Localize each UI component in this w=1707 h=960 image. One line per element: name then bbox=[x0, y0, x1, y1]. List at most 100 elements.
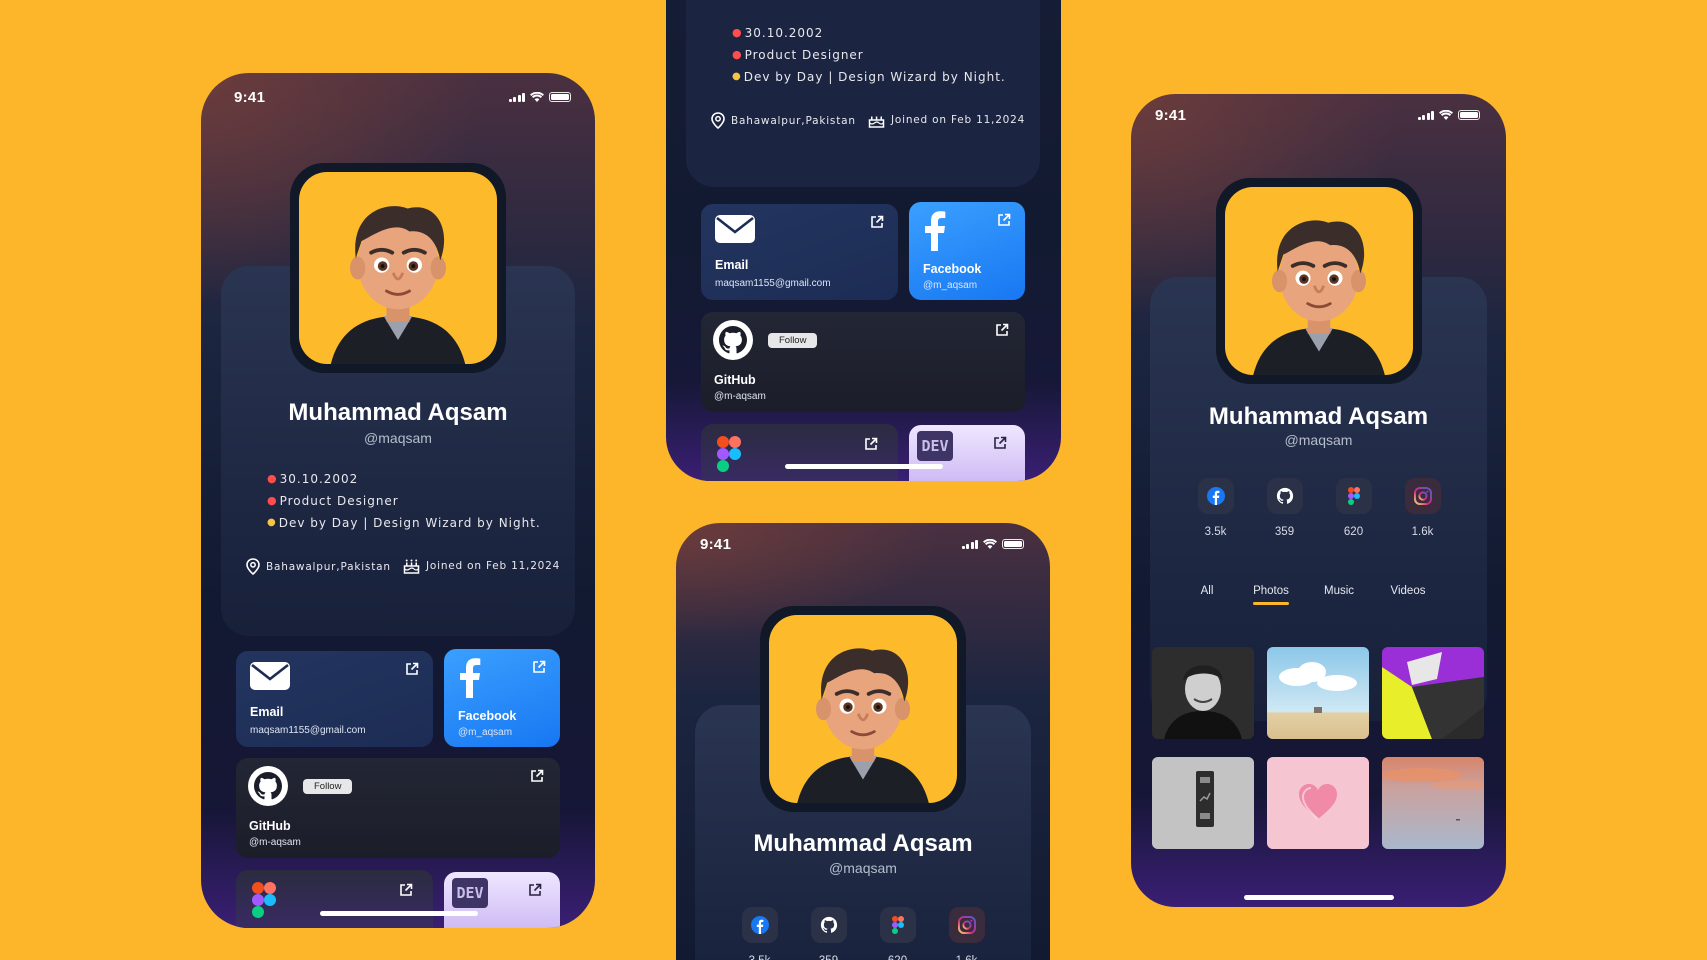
github-title: GitHub bbox=[249, 819, 291, 833]
stat-figma[interactable]: 620 bbox=[863, 907, 932, 960]
sky-field-photo[interactable] bbox=[1267, 647, 1369, 739]
tab-all[interactable]: All bbox=[1189, 585, 1225, 597]
dev-logo: DEV bbox=[452, 878, 488, 908]
email-title: Email bbox=[250, 705, 284, 719]
battery-icon bbox=[549, 92, 571, 102]
stat-figma[interactable]: 620 bbox=[1319, 478, 1388, 538]
external-link-icon[interactable] bbox=[528, 883, 542, 897]
avatar[interactable] bbox=[760, 606, 966, 812]
figma-icon bbox=[717, 436, 741, 472]
portrait-photo[interactable] bbox=[1152, 647, 1254, 739]
github-link-card[interactable]: Follow GitHub @m-aqsam bbox=[236, 758, 560, 858]
status-time: 9:41 bbox=[700, 536, 732, 553]
stat-facebook[interactable]: 3.5k bbox=[1181, 478, 1250, 538]
stat-instagram[interactable]: 1.6k bbox=[1388, 478, 1457, 538]
dev-link-card[interactable]: DEV bbox=[444, 872, 560, 928]
cake-icon bbox=[403, 559, 420, 574]
avatar-illustration bbox=[1253, 220, 1385, 375]
avatar[interactable] bbox=[1216, 178, 1422, 384]
dev-link-card[interactable]: DEV bbox=[909, 425, 1025, 481]
figma-icon bbox=[1347, 487, 1360, 505]
github-icon bbox=[713, 320, 753, 360]
email-address: maqsam1155@gmail.com bbox=[250, 725, 366, 736]
wifi-icon bbox=[1439, 110, 1453, 120]
facebook-icon bbox=[925, 211, 946, 251]
github-link-card[interactable]: Follow GitHub @m-aqsam bbox=[701, 312, 1025, 412]
phone-screen-profile-stats: 9:41 Muhammad Aqsam @maqsam bbox=[676, 523, 1050, 960]
heart-photo[interactable] bbox=[1267, 757, 1369, 849]
pin-icon: ● bbox=[732, 48, 743, 61]
email-link-card[interactable]: Email maqsam1155@gmail.com bbox=[701, 204, 898, 300]
cake-icon bbox=[868, 116, 885, 128]
facebook-link-card[interactable]: Facebook @m_aqsam bbox=[444, 649, 560, 747]
email-title: Email bbox=[715, 258, 749, 272]
stat-count: 1.6k bbox=[932, 955, 1001, 960]
balloon-icon: ● bbox=[732, 26, 743, 39]
github-handle: @m-aqsam bbox=[249, 837, 301, 848]
profile-bio: ● 30.10.2002 ● Product Designer ● Dev by Da… bbox=[732, 22, 1006, 88]
elevator-sign-photo[interactable] bbox=[1152, 757, 1254, 849]
home-indicator[interactable] bbox=[320, 911, 478, 916]
github-title: GitHub bbox=[714, 373, 756, 387]
stat-github[interactable]: 359 bbox=[794, 907, 863, 960]
github-icon bbox=[820, 916, 837, 933]
facebook-icon bbox=[750, 916, 769, 934]
mail-icon bbox=[715, 215, 755, 243]
tab-videos[interactable]: Videos bbox=[1383, 585, 1433, 597]
external-link-icon[interactable] bbox=[532, 660, 546, 674]
joined-row: Joined on Feb 11,2024 bbox=[403, 558, 560, 574]
github-follow-button[interactable]: Follow bbox=[768, 333, 818, 348]
external-link-icon[interactable] bbox=[993, 436, 1007, 450]
signal-icon bbox=[1417, 110, 1434, 120]
email-link-card[interactable]: Email maqsam1155@gmail.com bbox=[236, 651, 433, 747]
external-link-icon[interactable] bbox=[995, 323, 1009, 337]
technologist-icon: ● bbox=[732, 71, 742, 82]
status-icons bbox=[508, 92, 571, 102]
status-time: 9:41 bbox=[1155, 107, 1187, 124]
home-indicator[interactable] bbox=[1244, 895, 1394, 900]
external-link-icon[interactable] bbox=[530, 769, 544, 783]
profile-bio: ● 30.10.2002 ● Product Designer ● Dev by Da… bbox=[267, 468, 541, 534]
external-link-icon[interactable] bbox=[870, 215, 884, 229]
external-link-icon[interactable] bbox=[864, 437, 878, 451]
profile-name: Muhammad Aqsam bbox=[1208, 403, 1429, 430]
abstract-shapes-photo[interactable] bbox=[1382, 647, 1484, 739]
media-tabs: All Photos Music Videos bbox=[1189, 585, 1433, 597]
facebook-link-card[interactable]: Facebook @m_aqsam bbox=[909, 202, 1025, 300]
figma-icon bbox=[252, 882, 276, 918]
stat-instagram[interactable]: 1.6k bbox=[932, 907, 1001, 960]
avatar[interactable] bbox=[290, 163, 506, 373]
stat-github[interactable]: 359 bbox=[1250, 478, 1319, 538]
instagram-icon bbox=[957, 916, 976, 934]
wifi-icon bbox=[530, 92, 544, 102]
stat-facebook[interactable]: 3.5k bbox=[725, 907, 794, 960]
location-icon bbox=[711, 112, 725, 129]
sunset-sky-photo[interactable] bbox=[1382, 757, 1484, 849]
external-link-icon[interactable] bbox=[399, 883, 413, 897]
joined-row: Joined on Feb 11,2024 bbox=[868, 112, 1025, 128]
github-follow-button[interactable]: Follow bbox=[303, 779, 353, 794]
facebook-icon bbox=[460, 658, 481, 698]
github-icon bbox=[1276, 487, 1293, 504]
tab-music[interactable]: Music bbox=[1317, 585, 1361, 597]
figma-link-card[interactable] bbox=[236, 870, 433, 928]
location-icon bbox=[246, 558, 260, 575]
facebook-title: Facebook bbox=[923, 262, 982, 276]
figma-link-card[interactable] bbox=[701, 424, 898, 481]
battery-icon bbox=[1002, 539, 1024, 549]
instagram-icon bbox=[1413, 487, 1432, 505]
battery-icon bbox=[1458, 110, 1480, 120]
home-indicator[interactable] bbox=[785, 464, 943, 469]
facebook-title: Facebook bbox=[458, 709, 517, 723]
tab-photos[interactable]: Photos bbox=[1247, 585, 1295, 597]
location-row: Bahawalpur,Pakistan bbox=[711, 112, 856, 129]
stat-count: 3.5k bbox=[1204, 526, 1227, 538]
external-link-icon[interactable] bbox=[405, 662, 419, 676]
external-link-icon[interactable] bbox=[997, 213, 1011, 227]
profile-handle: @maqsam bbox=[1284, 432, 1353, 448]
bio-tagline: ● Dev by Day | Design Wizard by Night. bbox=[267, 512, 541, 534]
facebook-handle: @m_aqsam bbox=[923, 280, 978, 291]
phone-screen-profile-links: 9:41 Muhammad Aqsam @maqsam ● 30.10.2002… bbox=[201, 73, 595, 928]
phone-screen-scrolled-links: ● 30.10.2002 ● Product Designer ● Dev by Da… bbox=[666, 0, 1061, 481]
mail-icon bbox=[250, 662, 290, 690]
